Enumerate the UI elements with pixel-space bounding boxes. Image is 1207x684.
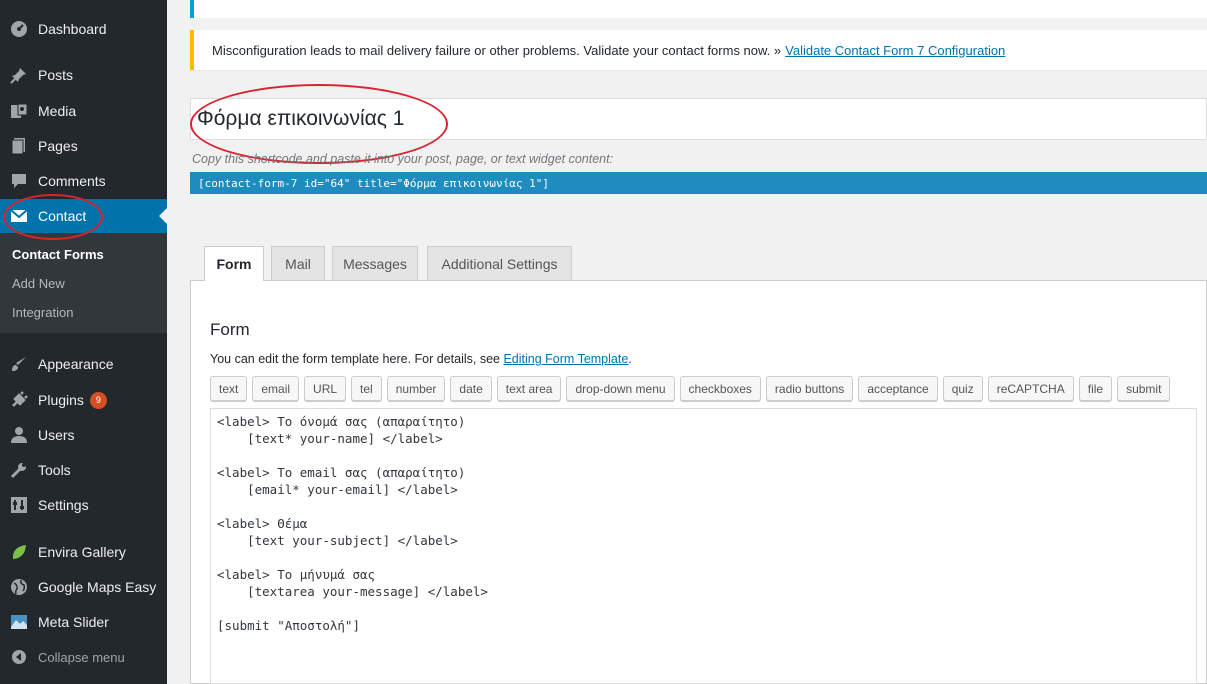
menu-dashboard[interactable]: Dashboard	[0, 12, 167, 46]
description-end: .	[628, 352, 632, 366]
tab-form[interactable]: Form	[204, 246, 264, 281]
form-panel-heading: Form	[210, 320, 250, 339]
tag-button-quiz[interactable]: quiz	[942, 376, 983, 401]
menu-label: Appearance	[38, 356, 114, 372]
menu-label: Posts	[38, 67, 74, 83]
menu-label: Users	[38, 427, 75, 443]
form-panel-description: You can edit the form template here. For…	[210, 352, 632, 366]
shortcode-hint: Copy this shortcode and paste it into yo…	[192, 152, 614, 166]
tag-button-file[interactable]: file	[1078, 376, 1113, 401]
menu-label: Meta Slider	[38, 614, 109, 630]
dashboard-icon	[9, 19, 29, 39]
admin-sidebar: Dashboard Posts Media Pages Comments Con…	[0, 0, 167, 684]
tag-button-email[interactable]: email	[252, 376, 300, 401]
media-icon	[9, 101, 29, 121]
tab-messages[interactable]: Messages	[332, 246, 418, 280]
contact-submenu: Contact Forms Add New Integration	[0, 233, 167, 333]
tag-button-text[interactable]: text	[210, 376, 248, 401]
form-template-editor[interactable]: <label> Το όνομά σας (απαραίτητο) [text*…	[210, 408, 1197, 684]
menu-label: Collapse menu	[38, 649, 125, 665]
mail-icon	[9, 206, 29, 226]
tag-button-url[interactable]: URL	[304, 376, 347, 401]
tag-generator-bar: text email URL tel number date text area…	[210, 376, 1171, 401]
submenu-contact-forms[interactable]: Contact Forms	[12, 247, 104, 262]
collapse-menu-button[interactable]: Collapse menu	[0, 640, 167, 674]
menu-label: Pages	[38, 138, 78, 154]
menu-plugins[interactable]: Plugins 9	[0, 383, 167, 417]
plug-icon	[9, 390, 29, 410]
wrench-icon	[9, 460, 29, 480]
description-text: You can edit the form template here. For…	[210, 352, 500, 366]
update-count-badge: 9	[89, 391, 107, 409]
form-title-input[interactable]: Φόρμα επικοινωνίας 1	[190, 98, 1207, 140]
globe-icon	[9, 577, 29, 597]
pages-icon	[9, 136, 29, 156]
menu-media[interactable]: Media	[0, 94, 167, 128]
pin-icon	[9, 65, 29, 85]
menu-tools[interactable]: Tools	[0, 453, 167, 487]
tag-button-textarea[interactable]: text area	[496, 376, 562, 401]
brush-icon	[9, 354, 29, 374]
menu-label: Tools	[38, 462, 71, 478]
tag-button-recaptcha[interactable]: reCAPTCHA	[987, 376, 1074, 401]
editing-form-template-link[interactable]: Editing Form Template	[503, 352, 628, 366]
tag-button-date[interactable]: date	[450, 376, 492, 401]
slider-icon	[9, 612, 29, 632]
collapse-icon	[9, 647, 29, 667]
tag-button-acceptance[interactable]: acceptance	[858, 376, 938, 401]
menu-posts[interactable]: Posts	[0, 58, 167, 92]
submenu-integration[interactable]: Integration	[12, 305, 73, 320]
shortcode-field[interactable]: [contact-form-7 id="64" title="Φόρμα επι…	[190, 172, 1207, 194]
menu-users[interactable]: Users	[0, 418, 167, 452]
form-title-value: Φόρμα επικοινωνίας 1	[197, 107, 405, 130]
menu-label: Envira Gallery	[38, 544, 126, 560]
notice-text: Misconfiguration leads to mail delivery …	[212, 42, 782, 58]
menu-label: Comments	[38, 173, 106, 189]
settings-icon	[9, 495, 29, 515]
shortcode-value: [contact-form-7 id="64" title="Φόρμα επι…	[198, 176, 549, 190]
menu-appearance[interactable]: Appearance	[0, 347, 167, 381]
tab-mail[interactable]: Mail	[271, 246, 325, 280]
menu-comments[interactable]: Comments	[0, 164, 167, 198]
menu-meta-slider[interactable]: Meta Slider	[0, 605, 167, 639]
menu-envira-gallery[interactable]: Envira Gallery	[0, 535, 167, 569]
menu-pages[interactable]: Pages	[0, 129, 167, 163]
validate-config-link[interactable]: Validate Contact Form 7 Configuration	[785, 43, 1005, 58]
menu-contact[interactable]: Contact	[0, 199, 167, 233]
tag-button-checkboxes[interactable]: checkboxes	[679, 376, 761, 401]
tag-button-submit[interactable]: submit	[1117, 376, 1171, 401]
menu-label: Media	[38, 103, 77, 119]
menu-google-maps-easy[interactable]: Google Maps Easy	[0, 570, 167, 604]
leaf-icon	[9, 542, 29, 562]
tab-additional-settings[interactable]: Additional Settings	[427, 246, 572, 280]
users-icon	[9, 425, 29, 445]
tag-button-tel[interactable]: tel	[351, 376, 382, 401]
menu-label: Dashboard	[38, 21, 107, 37]
menu-label: Contact	[38, 208, 87, 224]
tag-button-radio[interactable]: radio buttons	[765, 376, 854, 401]
menu-settings[interactable]: Settings	[0, 488, 167, 522]
submenu-add-new[interactable]: Add New	[12, 276, 65, 291]
top-notice-edge	[190, 0, 1207, 18]
tag-button-number[interactable]: number	[386, 376, 446, 401]
menu-label: Google Maps Easy	[38, 579, 157, 595]
tag-button-dropdown[interactable]: drop-down menu	[566, 376, 675, 401]
menu-label: Plugins	[38, 392, 84, 408]
config-warning-notice: Misconfiguration leads to mail delivery …	[190, 30, 1207, 70]
menu-label: Settings	[38, 497, 89, 513]
comment-icon	[9, 171, 29, 191]
